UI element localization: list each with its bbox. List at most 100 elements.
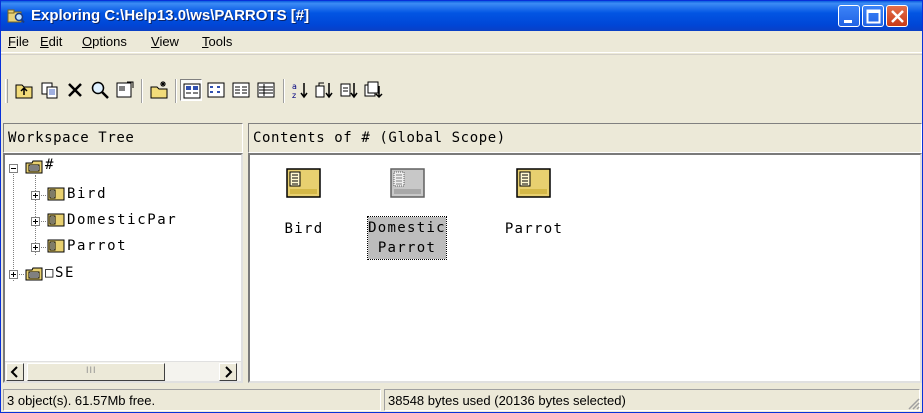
close-icon [891, 10, 904, 23]
tree-node-label: □SE [45, 265, 76, 281]
item-label-line1: Bird [284, 221, 324, 237]
menu-view-label: iew [159, 34, 179, 49]
menu-file[interactable]: File [8, 34, 29, 49]
tree-horizontal-scrollbar[interactable]: III [5, 361, 241, 381]
class-icon [47, 186, 65, 206]
class-icon [516, 167, 552, 202]
scroll-thumb[interactable]: III [27, 363, 165, 381]
menu-view[interactable]: View [151, 34, 179, 49]
expand-icon[interactable] [31, 191, 40, 200]
find-button[interactable] [89, 79, 111, 101]
menu-options[interactable]: Options [82, 34, 127, 49]
explorer-app-icon [7, 8, 25, 24]
maximize-icon [866, 9, 881, 24]
magnifier-icon [91, 81, 109, 99]
minimize-button[interactable] [838, 5, 860, 27]
item-bird[interactable]: Bird [264, 159, 344, 259]
large-icons-view-icon [183, 83, 201, 99]
menu-edit[interactable]: Edit [40, 34, 62, 49]
svg-text:z: z [292, 91, 296, 100]
new-folder-icon [150, 81, 168, 99]
copy-button[interactable] [39, 79, 61, 101]
sort-by-name-icon: az [292, 82, 308, 100]
menu-edit-label: dit [48, 34, 63, 49]
item-domesticparrot[interactable]: Domestic Parrot [367, 159, 448, 260]
class-icon [286, 167, 322, 202]
toolbar-separator [283, 79, 285, 103]
item-label: Bird [264, 219, 344, 239]
scroll-right-button[interactable] [219, 363, 237, 381]
status-bytes-used: 38548 bytes used (20136 bytes selected) [384, 389, 920, 411]
properties-button[interactable] [114, 79, 136, 101]
menu-options-label: ptions [92, 34, 127, 49]
item-label: Parrot [494, 219, 574, 239]
title-bar[interactable]: Exploring C:\Help13.0\ws\PARROTS [#] [1, 1, 922, 31]
collapse-icon[interactable] [9, 164, 18, 173]
workspace-tree-header: Workspace Tree [3, 123, 243, 153]
expand-icon[interactable] [31, 243, 40, 252]
large-icons-button[interactable] [180, 79, 202, 101]
contents-list[interactable]: Bird Domestic Parrot Parrot [248, 153, 922, 383]
tree-node-domesticparrot[interactable]: DomesticPar [5, 211, 241, 231]
item-label-line1: Domestic [368, 220, 446, 236]
list-view-button[interactable] [230, 79, 252, 101]
menu-bar: File Edit Options View Tools [1, 31, 922, 53]
small-icons-button[interactable] [205, 79, 227, 101]
delete-button[interactable] [64, 79, 86, 101]
tree-node-bird[interactable]: Bird [5, 185, 241, 205]
new-button[interactable] [148, 79, 170, 101]
sort-by-date-button[interactable] [362, 79, 384, 101]
menu-tools[interactable]: Tools [202, 34, 232, 49]
tree-node-label: DomesticPar [67, 212, 178, 228]
item-label-line1: Parrot [504, 221, 564, 237]
scroll-thumb-grip: III [86, 365, 97, 375]
status-bar: 3 object(s). 61.57Mb free. 38548 bytes u… [1, 386, 922, 412]
sort-by-type-button[interactable] [313, 79, 335, 101]
namespace-icon [25, 159, 43, 179]
sort-by-name-button[interactable]: az [289, 79, 311, 101]
toolbar: az [1, 54, 922, 122]
status-objects-free: 3 object(s). 61.57Mb free. [3, 389, 381, 411]
properties-icon [116, 81, 134, 98]
close-button[interactable] [886, 5, 908, 27]
tree-node-root[interactable]: # [5, 157, 235, 179]
up-folder-button[interactable] [13, 79, 35, 101]
minimize-icon [844, 20, 852, 23]
menu-file-label: ile [15, 34, 29, 49]
namespace-icon [25, 266, 43, 286]
class-icon [47, 238, 65, 258]
explorer-window: Exploring C:\Help13.0\ws\PARROTS [#] Fil… [0, 0, 923, 413]
class-icon [47, 212, 65, 232]
menu-options-accelerator: O [82, 34, 93, 49]
toolbar-grip[interactable] [5, 79, 8, 103]
workspace-tree[interactable]: # Bird DomesticPar Parrot □SE III [3, 153, 243, 383]
menu-file-accelerator: F [8, 34, 16, 49]
item-label-line2: Parrot [377, 240, 437, 256]
resize-grip-icon[interactable] [906, 396, 920, 410]
sort-by-size-button[interactable] [338, 79, 360, 101]
contents-header: Contents of # (Global Scope) [248, 123, 922, 153]
expand-icon[interactable] [31, 217, 40, 226]
class-icon [390, 167, 426, 202]
toolbar-separator [175, 79, 177, 103]
copy-icon [41, 82, 58, 99]
tree-node-label: Bird [67, 186, 108, 202]
tree-node-parrot[interactable]: Parrot [5, 237, 241, 257]
sort-by-size-icon [340, 83, 358, 99]
expand-icon[interactable] [9, 270, 18, 279]
arrow-left-icon [10, 366, 18, 378]
details-view-button[interactable] [255, 79, 277, 101]
tree-node-se[interactable]: □SE [5, 263, 235, 283]
sort-by-type-icon [315, 82, 333, 99]
details-view-icon [257, 82, 275, 98]
item-parrot[interactable]: Parrot [494, 159, 574, 259]
menu-tools-label: ools [208, 34, 233, 49]
svg-text:a: a [292, 82, 297, 91]
window-title: Exploring C:\Help13.0\ws\PARROTS [#] [31, 7, 310, 24]
small-icons-view-icon [207, 82, 225, 98]
up-folder-icon [15, 84, 33, 99]
maximize-button[interactable] [862, 5, 884, 27]
scroll-left-button[interactable] [6, 363, 24, 381]
list-view-icon [232, 82, 250, 98]
arrow-right-icon [225, 366, 233, 378]
